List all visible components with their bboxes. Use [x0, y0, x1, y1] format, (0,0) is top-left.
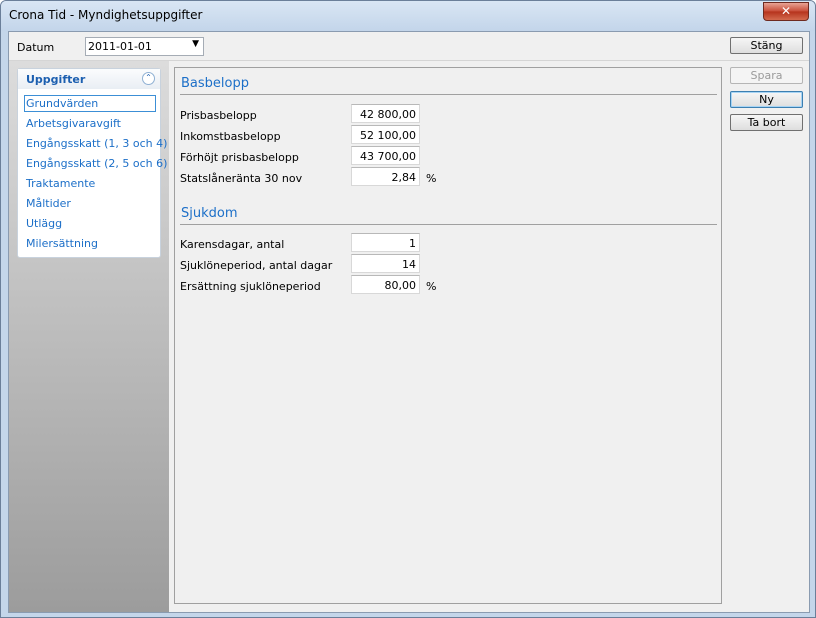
nav-item-grundvarden[interactable]: Grundvärden	[24, 95, 156, 112]
unit-percent: %	[426, 280, 437, 293]
nav-item-engangsskatt-256[interactable]: Engångsskatt (2, 5 och 6)	[24, 155, 167, 172]
datum-dropdown[interactable]: 2011-01-01 ▼	[85, 37, 204, 56]
field-label-sjukloneperiod: Sjuklöneperiod, antal dagar	[180, 259, 333, 272]
client-area: Datum 2011-01-01 ▼ Stäng Uppgifter ⌃ Gru…	[8, 31, 810, 613]
statslaneranta-input[interactable]: 2,84	[351, 167, 420, 186]
section-title-sjukdom: Sjukdom	[181, 206, 238, 221]
nav-panel: Uppgifter ⌃ Grundvärden Arbetsgivaravgif…	[17, 68, 167, 258]
unit-percent: %	[426, 172, 437, 185]
field-label-statslaneranta: Statslåneränta 30 nov	[180, 172, 303, 185]
prisbasbelopp-input[interactable]: 42 800,00	[351, 104, 420, 123]
delete-button[interactable]: Ta bort	[730, 114, 803, 131]
section-divider	[180, 224, 717, 225]
karensdagar-input[interactable]: 1	[351, 233, 420, 252]
nav-header[interactable]: Uppgifter ⌃	[18, 69, 160, 89]
close-icon[interactable]: ✕	[763, 2, 809, 21]
nav-item-engangsskatt-134[interactable]: Engångsskatt (1, 3 och 4)	[24, 135, 167, 152]
nav-item-traktamente[interactable]: Traktamente	[24, 175, 156, 192]
field-label-inkomstbasbelopp: Inkomstbasbelopp	[180, 130, 281, 143]
field-label-prisbasbelopp: Prisbasbelopp	[180, 109, 257, 122]
title-bar[interactable]: Crona Tid - Myndighetsuppgifter ✕	[1, 1, 815, 31]
datum-value: 2011-01-01	[88, 40, 152, 53]
app-window: Crona Tid - Myndighetsuppgifter ✕ Datum …	[0, 0, 816, 618]
chevron-down-icon[interactable]: ▼	[192, 39, 199, 49]
nav-header-label: Uppgifter	[26, 73, 86, 86]
forhojt-prisbasbelopp-input[interactable]: 43 700,00	[351, 146, 420, 165]
field-label-forhojt-prisbasbelopp: Förhöjt prisbasbelopp	[180, 151, 299, 164]
nav-item-maltider[interactable]: Måltider	[24, 195, 156, 212]
section-divider	[180, 94, 717, 95]
window-title: Crona Tid - Myndighetsuppgifter	[9, 8, 203, 22]
ersattning-sjukloneperiod-input[interactable]: 80,00	[351, 275, 420, 294]
field-label-ersattning-sjukloneperiod: Ersättning sjuklöneperiod	[180, 280, 321, 293]
new-button[interactable]: Ny	[730, 91, 803, 108]
inkomstbasbelopp-input[interactable]: 52 100,00	[351, 125, 420, 144]
sjukloneperiod-input[interactable]: 14	[351, 254, 420, 273]
close-button[interactable]: Stäng	[730, 37, 803, 54]
content-panel: Basbelopp Prisbasbelopp 42 800,00 Inkoms…	[174, 67, 722, 604]
nav-item-milersattning[interactable]: Milersättning	[24, 235, 156, 252]
save-button[interactable]: Spara	[730, 67, 803, 84]
field-label-karensdagar: Karensdagar, antal	[180, 238, 285, 251]
nav-item-arbetsgivaravgift[interactable]: Arbetsgivaravgift	[24, 115, 156, 132]
nav-item-utlagg[interactable]: Utlägg	[24, 215, 156, 232]
datum-label: Datum	[17, 41, 55, 54]
collapse-icon[interactable]: ⌃	[142, 72, 155, 85]
left-pane: Uppgifter ⌃ Grundvärden Arbetsgivaravgif…	[9, 61, 169, 612]
section-title-basbelopp: Basbelopp	[181, 76, 249, 91]
